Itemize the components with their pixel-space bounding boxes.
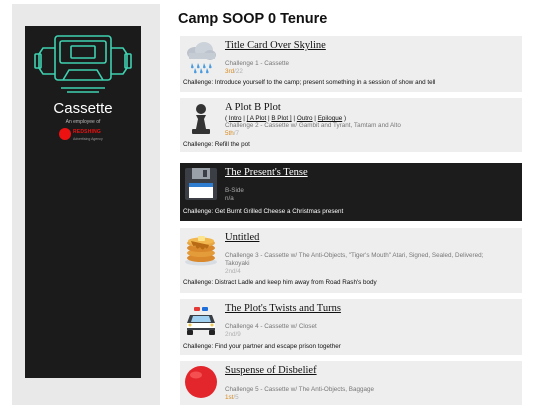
rain-cloud-icon bbox=[187, 42, 216, 74]
link-intro[interactable]: Intro bbox=[229, 115, 242, 122]
entry-placement: 3rd/22 bbox=[225, 68, 243, 75]
floppy-disk-icon bbox=[185, 168, 217, 200]
entry-challenge-info: Challenge 1 - Cassette bbox=[225, 60, 290, 67]
entry-challenge-info: Challenge 5 - Cassette w/ The Anti-Objec… bbox=[225, 386, 374, 393]
company-logo-icon bbox=[59, 128, 71, 140]
company-subtitle: Advertising Agency bbox=[73, 137, 103, 141]
entry-challenge-text: Challenge: Refill the pot bbox=[183, 141, 250, 148]
link-epilogue[interactable]: Epilogue bbox=[318, 115, 343, 122]
entry-title-link[interactable]: Untitled bbox=[225, 232, 259, 243]
profile-name: Cassette bbox=[53, 100, 113, 117]
placement-rank: 5th bbox=[225, 130, 234, 137]
police-car-icon bbox=[187, 307, 215, 335]
placement-total: /9 bbox=[235, 331, 241, 338]
entry-challenge-text: Challenge: Distract Ladle and keep him a… bbox=[183, 279, 377, 286]
entry-card: A Plot B Plot ( Intro | [ A Plot | B Plo… bbox=[180, 98, 522, 152]
entry-challenge-text: Challenge: Find your partner and escape … bbox=[183, 343, 341, 350]
employer-caption: An employee of bbox=[65, 119, 101, 125]
entry-title-link[interactable]: Suspense of Disbelief bbox=[225, 365, 317, 376]
entry-card: Untitled Challenge 3 - Cassette w/ The A… bbox=[180, 228, 522, 293]
entry-bside-label: B-Side bbox=[225, 187, 244, 194]
section-links: ( Intro | [ A Plot | B Plot ] | Outro | … bbox=[225, 115, 346, 122]
placement-total: /7 bbox=[233, 130, 240, 137]
entry-card-bside: The Present's Tense B-Side n/a Challenge… bbox=[180, 163, 522, 221]
entry-title-link[interactable]: Title Card Over Skyline bbox=[225, 40, 326, 51]
placement-total: /4 bbox=[235, 268, 241, 275]
profile-card: Cassette An employee of REDSHING Adverti… bbox=[25, 26, 141, 378]
entry-challenge-info-cont: Takoyaki bbox=[225, 260, 250, 267]
entry-placement: 1st/5 bbox=[225, 394, 239, 401]
placement-rank: 3rd bbox=[225, 68, 235, 75]
chess-pawn-icon bbox=[192, 104, 210, 134]
entry-challenge-info: Challenge 2 - Cassette w/ Gambit and Tyr… bbox=[225, 122, 401, 129]
entry-challenge-info: Challenge 3 - Cassette w/ The Anti-Objec… bbox=[225, 252, 484, 259]
entry-title-link[interactable]: The Plot's Twists and Turns bbox=[225, 303, 341, 314]
company-name: REDSHING bbox=[73, 129, 101, 135]
placement-total: /5 bbox=[233, 394, 239, 401]
entry-card: The Plot's Twists and Turns Challenge 4 … bbox=[180, 299, 522, 355]
sidebar-panel: Cassette An employee of REDSHING Adverti… bbox=[12, 4, 160, 405]
company-logo: REDSHING Advertising Agency bbox=[59, 126, 115, 144]
entry-placement: 2nd/4 bbox=[225, 268, 241, 275]
entry-placement: n/a bbox=[225, 195, 234, 202]
links-close: ) bbox=[342, 115, 347, 122]
entry-card: Suspense of Disbelief Challenge 5 - Cass… bbox=[180, 361, 522, 405]
red-circle-icon bbox=[185, 366, 217, 398]
entry-challenge-text: Challenge: Get Burnt Grilled Cheese a Ch… bbox=[183, 208, 344, 215]
entry-title-link[interactable]: The Present's Tense bbox=[225, 167, 308, 178]
placement-total: /22 bbox=[234, 68, 243, 75]
entry-placement: 5th/7 bbox=[225, 130, 239, 137]
entry-challenge-info: Challenge 4 - Cassette w/ Closet bbox=[225, 323, 317, 330]
placement-rank: 2nd bbox=[225, 268, 236, 275]
pancakes-icon bbox=[185, 236, 217, 266]
link-b-plot[interactable]: B Plot ] bbox=[271, 115, 291, 122]
entry-title: A Plot B Plot bbox=[225, 102, 281, 113]
cassette-robot-icon bbox=[34, 35, 132, 93]
entry-challenge-text: Challenge: Introduce yourself to the cam… bbox=[183, 79, 436, 86]
entry-card: Title Card Over Skyline Challenge 1 - Ca… bbox=[180, 36, 522, 92]
placement-rank: 2nd bbox=[225, 331, 236, 338]
entry-placement: 2nd/9 bbox=[225, 331, 241, 338]
link-outro[interactable]: Outro bbox=[297, 115, 313, 122]
link-a-plot[interactable]: [ A Plot bbox=[247, 115, 267, 122]
page-title: Camp SOOP 0 Tenure bbox=[178, 11, 328, 27]
